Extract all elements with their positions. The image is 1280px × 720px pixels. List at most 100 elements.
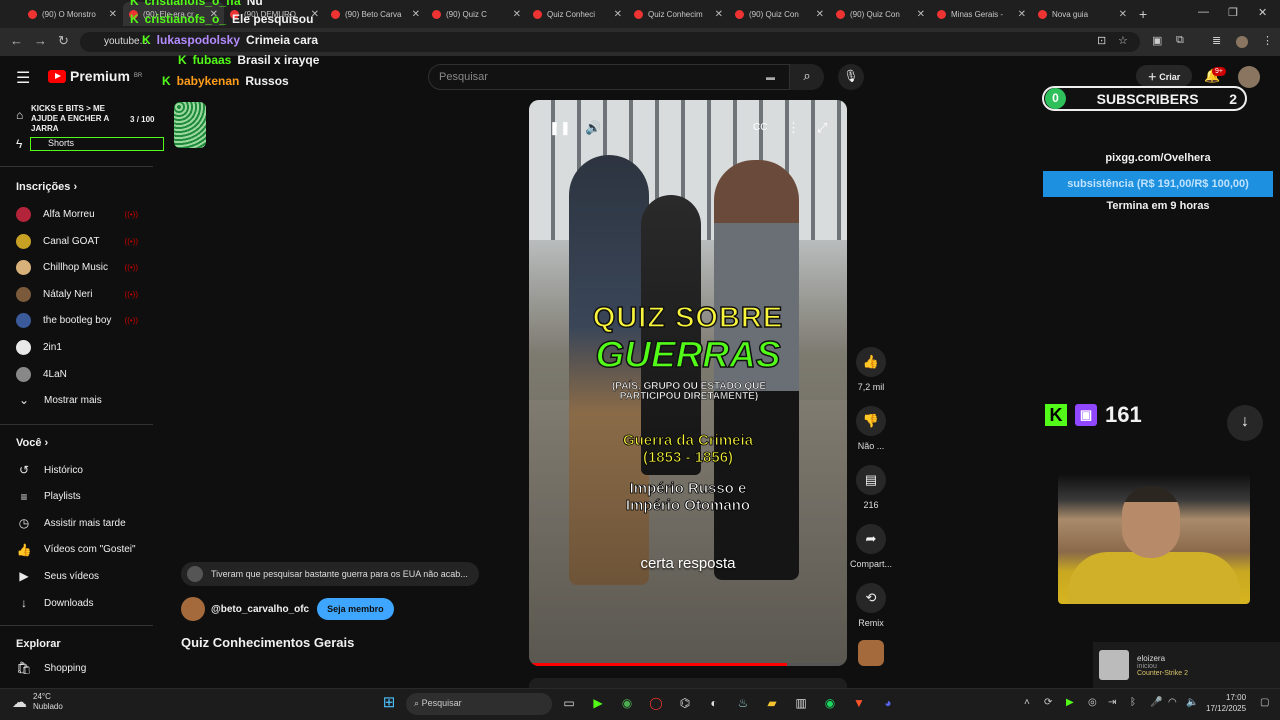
close-tab-icon[interactable]: ✕ — [1018, 9, 1026, 20]
spotify-icon[interactable]: ◉ — [821, 694, 839, 712]
sidebar-item-shorts[interactable]: Shorts — [48, 138, 74, 148]
subscriptions-heading[interactable]: Inscrições › — [16, 181, 77, 193]
extension-icon[interactable]: ▣ — [1152, 34, 1162, 47]
folder-icon[interactable]: ▰ — [763, 694, 781, 712]
next-video-arrow-button[interactable]: ↓ — [1227, 405, 1263, 441]
chrome-icon[interactable]: ◉ — [618, 694, 636, 712]
media-icon[interactable]: ≣ — [1212, 34, 1221, 47]
speaker-icon[interactable]: 🔈 — [1186, 697, 1198, 708]
back-icon[interactable]: ← — [10, 33, 23, 48]
comment-preview[interactable]: Tiveram que pesquisar bastante guerra pa… — [181, 562, 479, 586]
join-member-button[interactable]: Seja membro — [317, 598, 394, 620]
forward-icon[interactable]: → — [34, 33, 47, 48]
bookmark-star-icon[interactable]: ☆ — [1118, 34, 1128, 47]
shorts-icon[interactable]: ϟ — [16, 137, 22, 151]
volume-icon[interactable]: 🔊 — [585, 120, 601, 136]
close-tab-icon[interactable]: ✕ — [816, 9, 824, 20]
sidebar-item-history[interactable]: ↺ Histórico — [16, 463, 156, 477]
close-window-icon[interactable]: ✕ — [1258, 6, 1267, 19]
tray-kick-icon[interactable]: ▶ — [1066, 697, 1074, 708]
sidebar-item-subscription[interactable]: Alfa Morreu ((•)) — [16, 207, 156, 222]
browser-tab[interactable]: (90) Quiz Con ✕ — [729, 2, 830, 26]
hamburger-menu-icon[interactable]: ☰ — [16, 68, 30, 88]
close-tab-icon[interactable]: ✕ — [109, 9, 117, 20]
wifi-icon[interactable]: ◠ — [1168, 697, 1177, 708]
new-tab-icon[interactable]: + — [1139, 6, 1147, 22]
close-tab-icon[interactable]: ✕ — [1119, 9, 1127, 20]
sidebar-item-subscription[interactable]: Nátaly Neri ((•)) — [16, 286, 156, 302]
captions-icon[interactable]: CC — [753, 122, 767, 133]
create-button[interactable]: ＋ Criar — [1136, 65, 1192, 87]
sidebar-item-playlist[interactable]: ≡ Playlists — [16, 490, 156, 504]
reload-icon[interactable]: ↻ — [58, 33, 69, 49]
profile-avatar[interactable] — [1236, 36, 1248, 48]
fullscreen-icon[interactable]: ⤢ — [817, 120, 827, 136]
video-title[interactable]: Quiz Conhecimentos Gerais — [181, 635, 354, 650]
comments-button[interactable]: ▤ 216 — [849, 465, 893, 510]
account-avatar[interactable] — [1238, 66, 1260, 88]
kick-app-icon[interactable]: ▶ — [589, 694, 607, 712]
next-short-preview[interactable] — [529, 678, 847, 688]
browser-tab[interactable]: (90) O Monstro ✕ — [22, 2, 123, 26]
discord-icon[interactable]: ◕ — [879, 694, 897, 712]
tray-app2-icon[interactable]: ⇥ — [1108, 697, 1116, 708]
browser-tab[interactable]: (90) Beto Carva ✕ — [325, 2, 426, 26]
keyboard-icon[interactable]: ▬ — [766, 72, 775, 82]
task-view-icon[interactable]: ▭ — [560, 694, 578, 712]
steam-icon[interactable]: ♨ — [734, 694, 752, 712]
notification-center-icon[interactable]: ▢ — [1260, 697, 1269, 708]
taskbar-search[interactable]: ⌕ Pesquisar — [406, 693, 552, 715]
browser-tab[interactable]: (90) Quiz C ✕ — [426, 2, 527, 26]
close-tab-icon[interactable]: ✕ — [513, 9, 521, 20]
menu-dots-icon[interactable]: ⋮ — [1262, 34, 1273, 47]
show-more-button[interactable]: ⌄ Mostrar mais — [16, 393, 156, 407]
home-icon[interactable]: ⌂ — [16, 108, 23, 122]
mic-tray-icon[interactable]: 🎤 — [1150, 697, 1162, 708]
maximize-icon[interactable]: ❐ — [1228, 6, 1238, 19]
dislike-button[interactable]: 👎 Não ... — [849, 406, 893, 451]
sidebar-item-video[interactable]: ▶ Seus vídeos — [16, 569, 156, 583]
sidebar-item-like[interactable]: 👍 Vídeos com "Gostei" — [16, 543, 156, 557]
video-progress-bar[interactable] — [529, 663, 847, 666]
search-input[interactable]: Pesquisar — [428, 64, 790, 90]
channel-thumbnail[interactable] — [858, 640, 884, 666]
remix-button[interactable]: ⟲ Remix — [849, 583, 893, 628]
browser-tab[interactable]: Quiz Conheci ✕ — [527, 2, 628, 26]
sidebar-item-download[interactable]: ↓ Downloads — [16, 596, 156, 610]
close-tab-icon[interactable]: ✕ — [917, 9, 925, 20]
mic-button[interactable]: 🎙 — [838, 64, 864, 90]
channel-handle[interactable]: @beto_carvalho_ofc — [211, 604, 309, 615]
browser-tab[interactable]: (90) Quiz Con ✕ — [830, 2, 931, 26]
close-tab-icon[interactable]: ✕ — [715, 9, 723, 20]
system-clock[interactable]: 17:00 17/12/2025 — [1206, 692, 1246, 714]
shorts-video-player[interactable]: ❚❚ 🔊 CC ⋮ ⤢ QUIZ SOBRE GUERRAS (PAÍS, GR… — [529, 100, 847, 666]
app2-icon[interactable]: ▥ — [792, 694, 810, 712]
pause-icon[interactable]: ❚❚ — [549, 120, 571, 136]
minimize-icon[interactable]: — — [1198, 6, 1209, 18]
more-options-icon[interactable]: ⋮ — [787, 120, 800, 136]
youtube-premium-logo[interactable]: Premium BR — [48, 68, 142, 84]
tray-sync-icon[interactable]: ⟳ — [1044, 697, 1052, 708]
browser-tab[interactable]: Quiz Conhecim ✕ — [628, 2, 729, 26]
sidebar-item-subscription[interactable]: 2in1 — [16, 340, 156, 355]
sidebar-item-subscription[interactable]: 4LaN — [16, 366, 156, 382]
app-icon[interactable]: ⌬ — [676, 694, 694, 712]
sidebar-item-subscription[interactable]: the bootleg boy ((•)) — [16, 313, 156, 329]
like-button[interactable]: 👍 7,2 mil — [849, 347, 893, 392]
tray-chevron-icon[interactable]: ˄ — [1024, 697, 1030, 708]
channel-avatar[interactable] — [181, 597, 205, 621]
bluetooth-icon[interactable]: ᛒ — [1130, 697, 1136, 708]
sidebar-item-clock[interactable]: ◷ Assistir mais tarde — [16, 516, 156, 530]
install-icon[interactable]: ⊡ — [1097, 34, 1106, 47]
you-heading[interactable]: Você › — [16, 437, 48, 449]
tray-app-icon[interactable]: ◎ — [1088, 697, 1097, 708]
share-button[interactable]: ➦ Compart... — [849, 524, 893, 569]
weather-widget[interactable]: ☁ 24°C Nublado — [12, 692, 63, 712]
brave-icon[interactable]: ▼ — [850, 694, 868, 712]
puzzle-icon[interactable]: ⧉ — [1176, 34, 1184, 47]
sidebar-item-shopping[interactable]: 🛍 Shopping — [16, 661, 156, 675]
search-button[interactable]: ⌕ — [790, 64, 824, 90]
sidebar-item-subscription[interactable]: Canal GOAT ((•)) — [16, 233, 156, 249]
browser-tab[interactable]: Minas Gerais - ✕ — [931, 2, 1032, 26]
sidebar-item-subscription[interactable]: Chillhop Music ((•)) — [16, 260, 156, 276]
